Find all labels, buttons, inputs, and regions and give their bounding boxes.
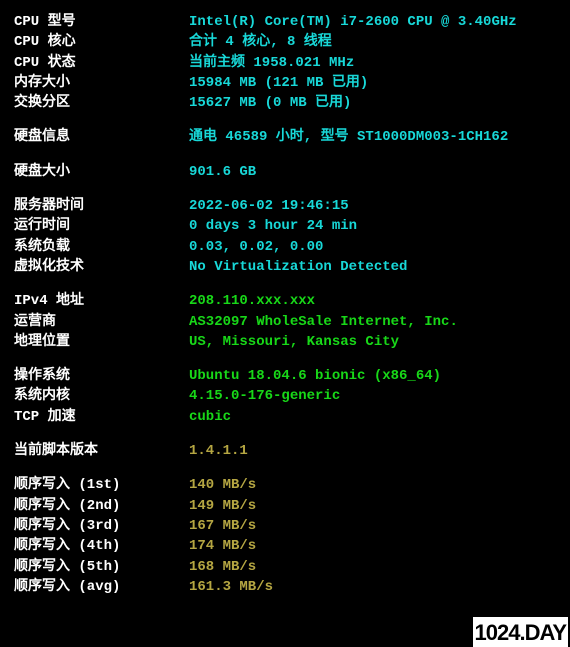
label-isp: 运营商	[14, 312, 189, 332]
terminal-output: CPU 型号 Intel(R) Core(TM) i7-2600 CPU @ 3…	[0, 0, 570, 609]
value-os: Ubuntu 18.04.6 bionic (x86_64)	[189, 366, 441, 386]
label-os: 操作系统	[14, 366, 189, 386]
value-virt: No Virtualization Detected	[189, 257, 407, 277]
label-seq-write-avg: 顺序写入 (avg)	[14, 577, 189, 597]
row-kernel: 系统内核 4.15.0-176-generic	[14, 386, 556, 406]
value-kernel: 4.15.0-176-generic	[189, 386, 340, 406]
label-cpu-cores: CPU 核心	[14, 32, 189, 52]
row-seq-write-avg: 顺序写入 (avg) 161.3 MB/s	[14, 577, 556, 597]
row-swap: 交换分区 15627 MB (0 MB 已用)	[14, 93, 556, 113]
label-seq-write-3: 顺序写入 (3rd)	[14, 516, 189, 536]
label-cpu-model: CPU 型号	[14, 12, 189, 32]
label-kernel: 系统内核	[14, 386, 189, 406]
value-swap: 15627 MB (0 MB 已用)	[189, 93, 351, 113]
label-ipv4: IPv4 地址	[14, 291, 189, 311]
value-seq-write-2: 149 MB/s	[189, 496, 256, 516]
row-seq-write-3: 顺序写入 (3rd) 167 MB/s	[14, 516, 556, 536]
row-isp: 运营商 AS32097 WholeSale Internet, Inc.	[14, 312, 556, 332]
label-geo: 地理位置	[14, 332, 189, 352]
row-geo: 地理位置 US, Missouri, Kansas City	[14, 332, 556, 352]
row-seq-write-2: 顺序写入 (2nd) 149 MB/s	[14, 496, 556, 516]
label-load: 系统负载	[14, 237, 189, 257]
value-uptime: 0 days 3 hour 24 min	[189, 216, 357, 236]
value-cpu-status: 当前主频 1958.021 MHz	[189, 53, 354, 73]
row-cpu-cores: CPU 核心 合计 4 核心, 8 线程	[14, 32, 556, 52]
row-seq-write-5: 顺序写入 (5th) 168 MB/s	[14, 557, 556, 577]
label-seq-write-1: 顺序写入 (1st)	[14, 475, 189, 495]
value-isp: AS32097 WholeSale Internet, Inc.	[189, 312, 458, 332]
value-geo: US, Missouri, Kansas City	[189, 332, 399, 352]
label-uptime: 运行时间	[14, 216, 189, 236]
value-ipv4: 208.110.xxx.xxx	[189, 291, 315, 311]
row-disk-size: 硬盘大小 901.6 GB	[14, 162, 556, 182]
row-uptime: 运行时间 0 days 3 hour 24 min	[14, 216, 556, 236]
row-server-time: 服务器时间 2022-06-02 19:46:15	[14, 196, 556, 216]
value-load: 0.03, 0.02, 0.00	[189, 237, 323, 257]
label-memory: 内存大小	[14, 73, 189, 93]
value-seq-write-1: 140 MB/s	[189, 475, 256, 495]
label-swap: 交换分区	[14, 93, 189, 113]
label-cpu-status: CPU 状态	[14, 53, 189, 73]
row-ipv4: IPv4 地址 208.110.xxx.xxx	[14, 291, 556, 311]
row-tcp: TCP 加速 cubic	[14, 407, 556, 427]
value-seq-write-3: 167 MB/s	[189, 516, 256, 536]
value-seq-write-avg: 161.3 MB/s	[189, 577, 273, 597]
row-load: 系统负载 0.03, 0.02, 0.00	[14, 237, 556, 257]
row-seq-write-1: 顺序写入 (1st) 140 MB/s	[14, 475, 556, 495]
row-disk-info: 硬盘信息 通电 46589 小时, 型号 ST1000DM003-1CH162	[14, 127, 556, 147]
label-disk-info: 硬盘信息	[14, 127, 189, 147]
value-tcp: cubic	[189, 407, 231, 427]
row-virt: 虚拟化技术 No Virtualization Detected	[14, 257, 556, 277]
label-tcp: TCP 加速	[14, 407, 189, 427]
label-seq-write-5: 顺序写入 (5th)	[14, 557, 189, 577]
value-seq-write-5: 168 MB/s	[189, 557, 256, 577]
label-server-time: 服务器时间	[14, 196, 189, 216]
row-seq-write-4: 顺序写入 (4th) 174 MB/s	[14, 536, 556, 556]
value-seq-write-4: 174 MB/s	[189, 536, 256, 556]
value-cpu-model: Intel(R) Core(TM) i7-2600 CPU @ 3.40GHz	[189, 12, 517, 32]
value-disk-size: 901.6 GB	[189, 162, 256, 182]
value-disk-info: 通电 46589 小时, 型号 ST1000DM003-1CH162	[189, 127, 508, 147]
label-disk-size: 硬盘大小	[14, 162, 189, 182]
value-cpu-cores: 合计 4 核心, 8 线程	[189, 32, 332, 52]
row-memory: 内存大小 15984 MB (121 MB 已用)	[14, 73, 556, 93]
label-seq-write-4: 顺序写入 (4th)	[14, 536, 189, 556]
row-cpu-model: CPU 型号 Intel(R) Core(TM) i7-2600 CPU @ 3…	[14, 12, 556, 32]
value-memory: 15984 MB (121 MB 已用)	[189, 73, 368, 93]
row-script-version: 当前脚本版本 1.4.1.1	[14, 441, 556, 461]
value-script-version: 1.4.1.1	[189, 441, 248, 461]
label-seq-write-2: 顺序写入 (2nd)	[14, 496, 189, 516]
label-script-version: 当前脚本版本	[14, 441, 189, 461]
label-virt: 虚拟化技术	[14, 257, 189, 277]
value-server-time: 2022-06-02 19:46:15	[189, 196, 349, 216]
row-os: 操作系统 Ubuntu 18.04.6 bionic (x86_64)	[14, 366, 556, 386]
watermark: 1024.DAY	[473, 617, 568, 647]
row-cpu-status: CPU 状态 当前主频 1958.021 MHz	[14, 53, 556, 73]
